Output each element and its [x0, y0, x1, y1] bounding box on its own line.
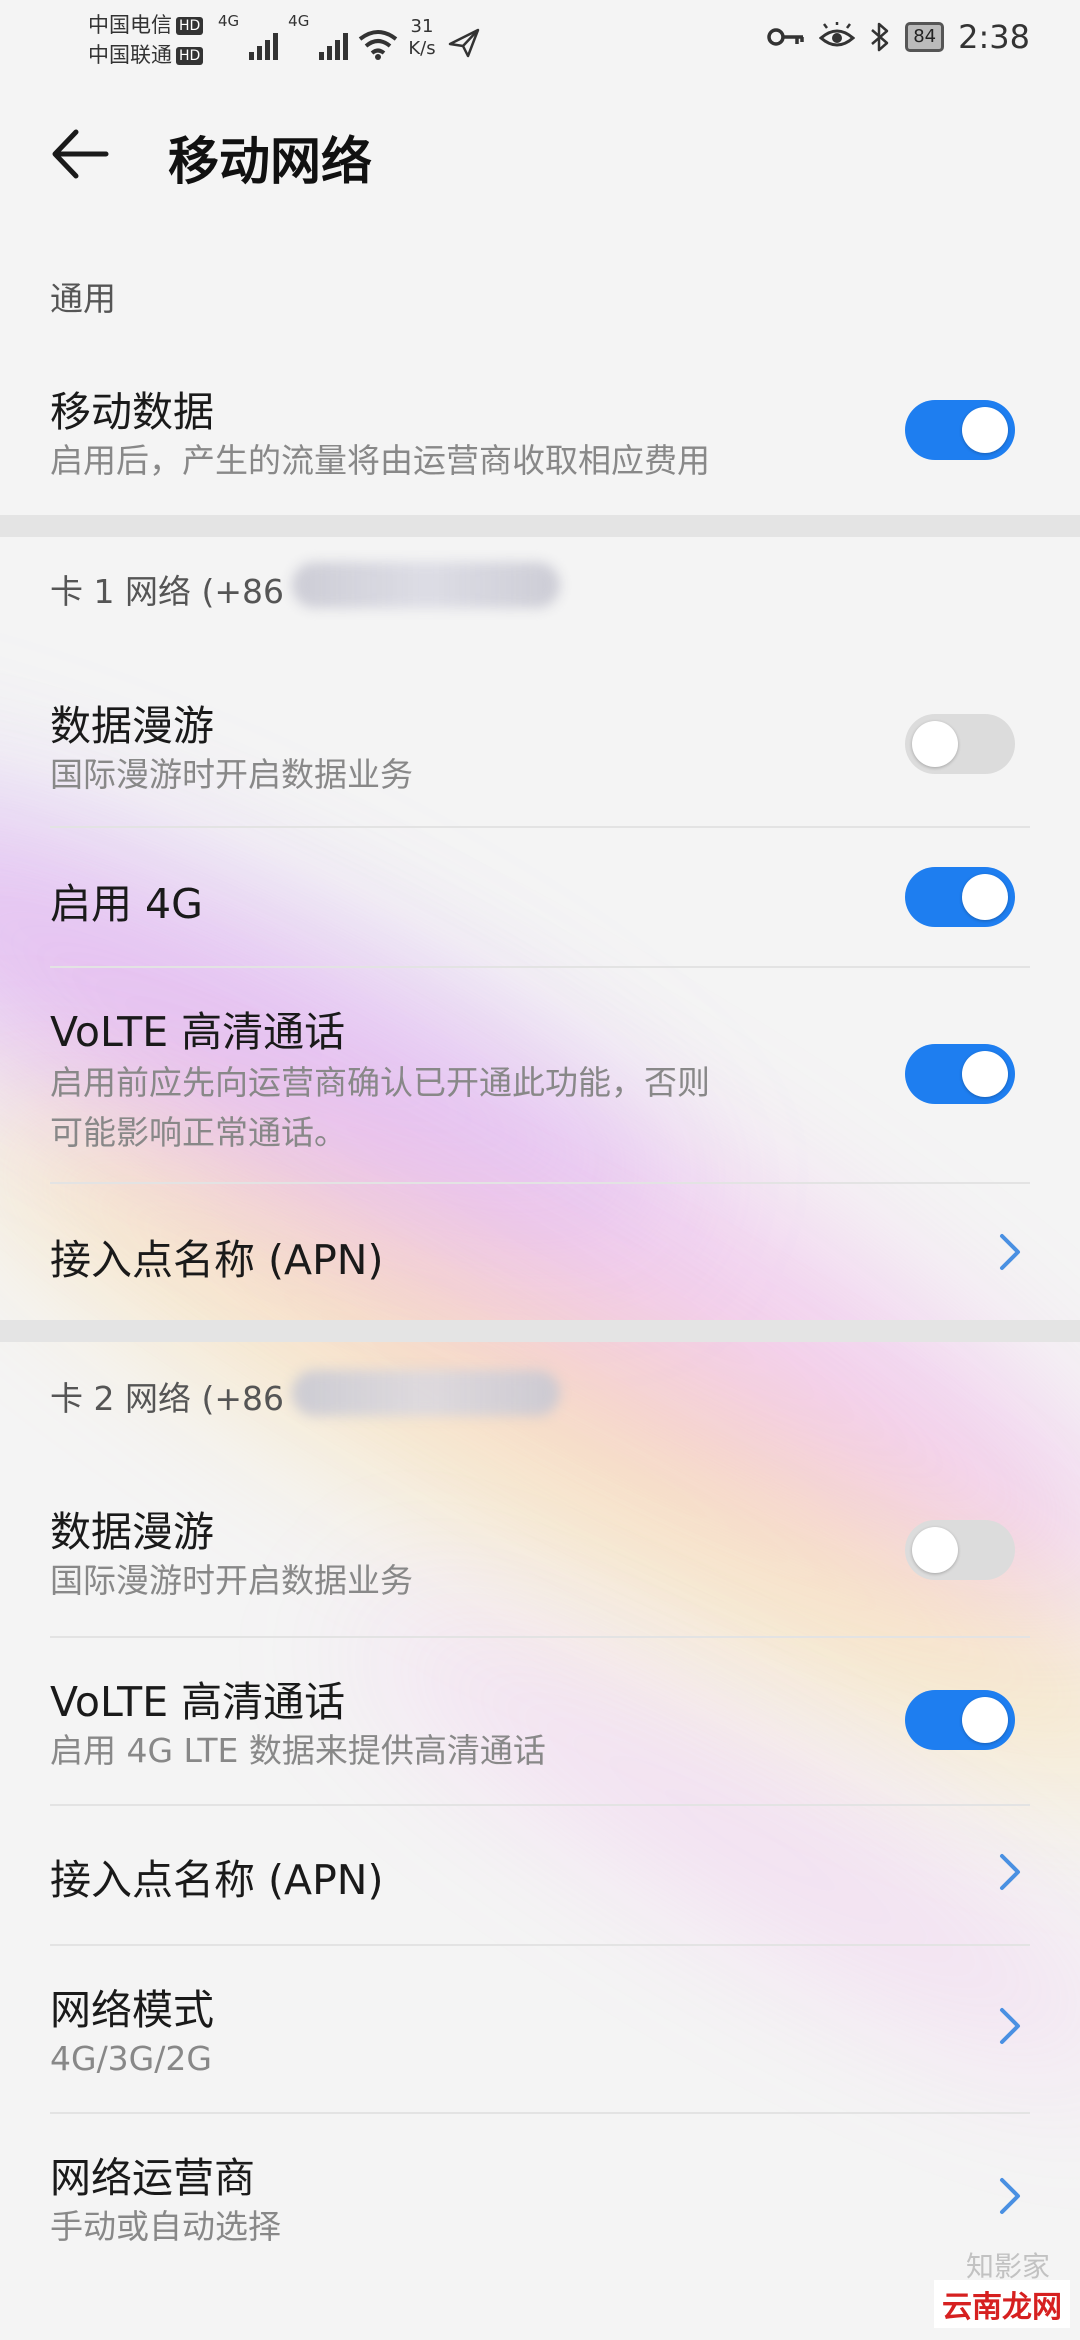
divider [50, 2112, 1030, 2114]
carrier-names: 中国电信 HD 中国联通 HD [88, 10, 204, 70]
redacted-number [292, 562, 560, 608]
hd-badge: HD [176, 17, 204, 35]
page-title: 移动网络 [168, 133, 373, 192]
toggle-knob [962, 1697, 1008, 1743]
status-right: 84 2:38 [767, 18, 1030, 56]
airplane-icon [448, 28, 479, 58]
sim2-network-mode-title: 网络模式 [50, 1986, 214, 2034]
signal-icon [249, 30, 279, 60]
sim2-network-mode-value: 4G/3G/2G [50, 2039, 212, 2078]
toggle-knob [912, 721, 958, 767]
back-arrow-icon[interactable] [50, 124, 110, 184]
network-type-2: 4G [288, 12, 310, 30]
toggle-knob [962, 407, 1008, 453]
sim1-data-roaming-subtitle: 国际漫游时开启数据业务 [50, 755, 413, 794]
section-label-sim1: 卡 1 网络 (+86 [50, 572, 284, 611]
sim1-enable-4g-toggle[interactable] [905, 867, 1015, 927]
divider [50, 826, 1030, 828]
chevron-right-icon [1000, 2008, 1020, 2044]
divider [50, 1182, 1030, 1184]
divider [50, 1636, 1030, 1638]
network-type-1: 4G [218, 12, 240, 30]
section-separator [0, 1320, 1080, 1342]
battery-icon: 84 [905, 22, 945, 52]
sim2-data-roaming-toggle[interactable] [905, 1520, 1015, 1580]
section-separator [0, 515, 1080, 537]
divider [50, 1804, 1030, 1806]
sim2-apn-title: 接入点名称 (APN) [50, 1856, 384, 1904]
carrier-2: 中国联通 [88, 43, 172, 67]
toggle-knob [962, 874, 1008, 920]
chevron-right-icon [1000, 1854, 1020, 1890]
carrier-1: 中国电信 [88, 13, 172, 37]
sim2-volte-toggle[interactable] [905, 1690, 1015, 1750]
sim2-network-operator-subtitle: 手动或自动选择 [50, 2207, 281, 2246]
sim2-volte-title: VoLTE 高清通话 [50, 1678, 346, 1726]
sim2-volte-subtitle: 启用 4G LTE 数据来提供高清通话 [50, 1731, 546, 1770]
sim1-volte-toggle[interactable] [905, 1044, 1015, 1104]
wifi-icon [359, 30, 398, 60]
toggle-knob [962, 1051, 1008, 1097]
key-icon [767, 28, 804, 46]
bluetooth-icon [871, 22, 889, 52]
hd-badge: HD [176, 47, 204, 65]
chevron-right-icon [1000, 1234, 1020, 1270]
eye-comfort-icon [819, 22, 856, 47]
watermark-faint: 知影家 [965, 2250, 1050, 2283]
sim1-data-roaming-title: 数据漫游 [50, 702, 214, 750]
sim1-data-roaming-toggle[interactable] [905, 714, 1015, 774]
sim1-volte-subtitle-line2: 可能影响正常通话。 [50, 1113, 347, 1152]
section-label-sim2: 卡 2 网络 (+86 [50, 1379, 284, 1418]
sim2-data-roaming-subtitle: 国际漫游时开启数据业务 [50, 1561, 413, 1600]
section-label-general: 通用 [50, 279, 116, 318]
toggle-knob [912, 1527, 958, 1573]
network-speed: 31 K/s [408, 16, 436, 59]
sim1-enable-4g-title: 启用 4G [50, 880, 203, 928]
clock: 2:38 [958, 18, 1030, 56]
sim1-volte-subtitle-line1: 启用前应先向运营商确认已开通此功能，否则 [50, 1063, 710, 1102]
chevron-right-icon [1000, 2178, 1020, 2214]
watermark-logo: 云南龙网 [934, 2280, 1070, 2328]
sim2-network-operator-title: 网络运营商 [50, 2154, 255, 2202]
status-bar: 中国电信 HD 中国联通 HD 4G 4G 31 K/s 84 2:38 [0, 0, 1080, 80]
app-bar: 移动网络 [0, 80, 1080, 230]
sim1-apn-title: 接入点名称 (APN) [50, 1236, 384, 1284]
mobile-data-toggle[interactable] [905, 400, 1015, 460]
sim1-volte-title: VoLTE 高清通话 [50, 1008, 346, 1056]
divider [50, 1944, 1030, 1946]
signal-icon [319, 30, 349, 60]
sim2-data-roaming-title: 数据漫游 [50, 1508, 214, 1556]
mobile-data-subtitle: 启用后，产生的流量将由运营商收取相应费用 [50, 441, 710, 480]
mobile-data-title: 移动数据 [50, 388, 214, 436]
signal-area: 4G 4G 31 K/s [218, 14, 482, 60]
divider [50, 966, 1030, 968]
redacted-number [292, 1370, 560, 1416]
